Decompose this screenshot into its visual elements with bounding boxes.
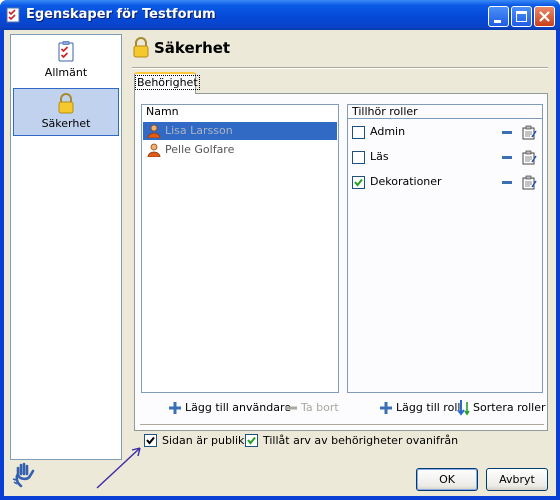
- roles-column-header: Tillhör roller: [352, 105, 418, 118]
- tab-panel-permissions: Namn Lisa Larsson Pelle Golfare Tillhör …: [134, 93, 548, 431]
- add-user-label: Lägg till användare: [185, 401, 292, 414]
- role-checkbox[interactable]: [352, 151, 365, 164]
- page-title: Säkerhet: [154, 39, 231, 57]
- role-name: Läs: [370, 150, 389, 163]
- user-name: Pelle Golfare: [165, 143, 235, 156]
- remove-role-icon[interactable]: [502, 131, 512, 134]
- user-icon: [147, 143, 161, 157]
- title-bar[interactable]: Egenskaper för Testforum: [0, 0, 560, 30]
- users-column-header: Namn: [146, 105, 179, 118]
- options-divider: [140, 424, 544, 426]
- role-name: Admin: [370, 125, 406, 138]
- remove-user-label: Ta bort: [301, 401, 339, 414]
- annotation-arrow: [96, 447, 141, 489]
- header-divider: [132, 67, 548, 69]
- ok-button[interactable]: OK: [416, 468, 478, 491]
- remove-role-icon[interactable]: [502, 156, 512, 159]
- users-list[interactable]: Namn Lisa Larsson Pelle Golfare: [141, 104, 339, 393]
- nav-item-security[interactable]: Säkerhet: [13, 88, 119, 136]
- roles-list: Tillhör roller Admin Läs Dekorationer: [347, 104, 543, 393]
- sort-icon: [457, 400, 470, 416]
- dialog-body: Allmänt Säkerhet Säkerhet Behörighet Nam…: [4, 30, 556, 496]
- user-name: Lisa Larsson: [165, 124, 233, 137]
- list-item-user[interactable]: Pelle Golfare: [143, 141, 337, 159]
- minimize-button[interactable]: [488, 6, 509, 27]
- window-title: Egenskaper för Testforum: [26, 7, 216, 22]
- public-page-label: Sidan är publik: [162, 434, 245, 447]
- edit-icon[interactable]: [522, 125, 537, 140]
- edit-icon[interactable]: [522, 175, 537, 190]
- role-checkbox[interactable]: [352, 176, 365, 189]
- plus-icon: [169, 402, 181, 414]
- plus-icon: [380, 402, 392, 414]
- waving-hand-logo-icon: [12, 462, 35, 488]
- padlock-icon: [58, 93, 74, 114]
- remove-role-icon[interactable]: [502, 181, 512, 184]
- user-icon: [147, 124, 161, 138]
- checkmark-icon: [354, 178, 363, 187]
- close-icon: [539, 11, 550, 22]
- dialog-window: Egenskaper för Testforum Allmänt Säkerhe…: [0, 0, 560, 500]
- nav-item-label: Säkerhet: [41, 117, 91, 130]
- tab-label: Behörighet: [135, 75, 200, 90]
- inherit-permissions-checkbox[interactable]: [245, 434, 258, 447]
- role-name: Dekorationer: [370, 175, 442, 188]
- add-role-label: Lägg till roll: [396, 401, 461, 414]
- category-sidebar: Allmänt Säkerhet: [10, 34, 122, 460]
- list-item-user[interactable]: Lisa Larsson: [143, 122, 337, 140]
- sort-roles-label: Sortera roller: [473, 401, 546, 414]
- checkmark-icon: [247, 436, 256, 445]
- close-button[interactable]: [534, 6, 555, 27]
- maximize-button[interactable]: [511, 6, 532, 27]
- nav-item-label: Allmänt: [44, 66, 88, 79]
- checklist-icon: [58, 41, 74, 62]
- tab-permissions[interactable]: Behörighet: [134, 72, 200, 94]
- inherit-permissions-label: Tillåt arv av behörigheter ovanifrån: [263, 434, 459, 447]
- role-row: Läs: [352, 148, 542, 166]
- nav-item-general[interactable]: Allmänt: [13, 38, 119, 86]
- cancel-button[interactable]: Avbryt: [486, 468, 548, 491]
- maximize-icon: [516, 11, 527, 22]
- role-row: Admin: [352, 123, 542, 141]
- checklist-icon: [6, 7, 20, 23]
- role-row: Dekorationer: [352, 173, 542, 191]
- padlock-icon: [133, 37, 149, 58]
- minimize-icon: [494, 20, 501, 23]
- minus-icon: [285, 406, 297, 410]
- edit-icon[interactable]: [522, 150, 537, 165]
- role-checkbox[interactable]: [352, 126, 365, 139]
